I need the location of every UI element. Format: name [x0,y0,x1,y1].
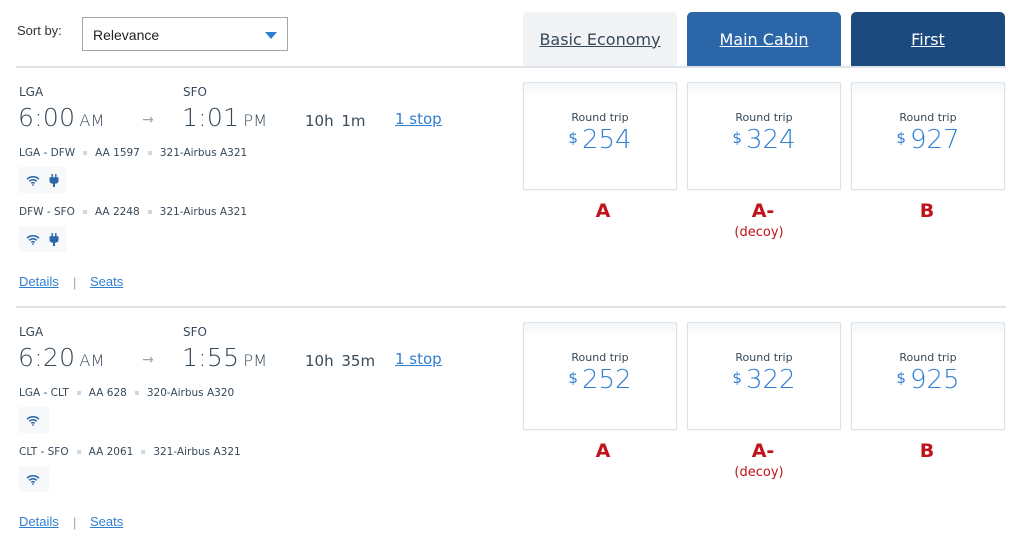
arrow-right-icon: → [142,112,154,128]
wifi-icon [26,474,40,485]
grade-label: A- [751,440,775,462]
price-amount: 254 [581,125,632,155]
price-amount: 927 [909,125,960,155]
destination-airport: SFO [183,325,207,339]
segment-info: CLT - SFO AA 2061 321-Airbus A321 [19,446,241,458]
fare-card-main-cabin[interactable]: Round trip $322 [687,322,841,430]
separator-dot [147,210,152,214]
origin-airport: LGA [19,325,44,339]
time-ampm: AM [79,111,105,130]
destination-airport: SFO [183,85,207,99]
grade-label: B [919,200,935,222]
segment-flight-number: AA 628 [88,387,127,399]
flight-duration: 10h 1m [305,112,366,130]
amenities [19,407,49,433]
separator-dot [82,210,87,214]
price-amount: 324 [745,125,796,155]
fare-card-first[interactable]: Round trip $927 [851,82,1005,190]
fare-type: Round trip [899,111,957,124]
currency-symbol: $ [732,129,742,147]
segment-route: LGA - CLT [19,387,69,399]
separator-dot [76,391,81,395]
amenities [19,167,66,193]
segment-info: LGA - DFW AA 1597 321-Airbus A321 [19,147,247,159]
segment-aircraft: 321-Airbus A321 [159,147,248,159]
currency-symbol: $ [732,369,742,387]
grade-label: A [595,200,611,222]
time-value: 6:00 [18,103,76,132]
separator-dot [76,450,81,454]
segment-route: LGA - DFW [19,147,76,159]
amenities [19,466,49,492]
flight-duration: 10h 35m [305,352,376,370]
fare-type: Round trip [571,351,629,364]
segment-aircraft: 320-Airbus A320 [146,387,235,399]
fare-type: Round trip [735,351,793,364]
flight-row: LGA SFO 6:00 AM → 1:01 PM 10h 1m 1 stop LG… [0,0,1024,290]
fare-price: $324 [688,125,840,155]
grade-label: A- [751,200,775,222]
currency-symbol: $ [568,369,578,387]
fare-price: $925 [852,365,1004,395]
segment-flight-number: AA 1597 [95,147,140,159]
separator-dot [83,151,88,155]
separator-dot [134,391,139,395]
fare-card-basic-economy[interactable]: Round trip $254 [523,82,677,190]
time-value: 1:01 [182,103,240,132]
decoy-note: (decoy) [734,465,784,480]
departure-time: 6:00 AM [18,103,105,132]
time-ampm: PM [243,111,268,130]
link-separator: | [73,515,77,530]
arrow-right-icon: → [142,352,154,368]
decoy-note: (decoy) [734,225,784,240]
grade-label: B [919,440,935,462]
time-value: 6:20 [18,343,76,372]
fare-type: Round trip [899,351,957,364]
separator-dot [141,450,146,454]
wifi-icon [26,175,40,186]
time-ampm: PM [243,351,268,370]
fare-price: $927 [852,125,1004,155]
segment-info: LGA - CLT AA 628 320-Airbus A320 [19,387,234,399]
fare-price: $252 [524,365,676,395]
details-link[interactable]: Details [19,514,59,529]
arrival-time: 1:01 PM [182,103,267,132]
fare-card-first[interactable]: Round trip $925 [851,322,1005,430]
stops-link[interactable]: 1 stop [395,350,442,368]
fare-price: $254 [524,125,676,155]
grade-label: A [595,440,611,462]
price-amount: 322 [745,365,796,395]
wifi-icon [26,415,40,426]
segment-route: CLT - SFO [19,446,69,458]
time-ampm: AM [79,351,105,370]
fare-type: Round trip [571,111,629,124]
seats-link[interactable]: Seats [90,514,123,529]
fare-price: $322 [688,365,840,395]
segment-aircraft: 321-Airbus A321 [159,206,248,218]
segment-flight-number: AA 2061 [88,446,134,458]
time-value: 1:55 [182,343,240,372]
separator-dot [147,151,152,155]
power-outlet-icon [49,173,59,187]
origin-airport: LGA [19,85,44,99]
price-amount: 925 [909,365,960,395]
fare-type: Round trip [735,111,793,124]
stops-link[interactable]: 1 stop [395,110,442,128]
segment-flight-number: AA 2248 [94,206,140,218]
segment-info: DFW - SFO AA 2248 321-Airbus A321 [19,206,247,218]
flight-row: LGA SFO 6:20 AM → 1:55 PM 10h 35m 1 stop L… [0,240,1024,530]
currency-symbol: $ [896,369,906,387]
fare-card-main-cabin[interactable]: Round trip $324 [687,82,841,190]
departure-time: 6:20 AM [18,343,105,372]
segment-route: DFW - SFO [19,206,75,218]
fare-card-basic-economy[interactable]: Round trip $252 [523,322,677,430]
segment-aircraft: 321-Airbus A321 [153,446,241,458]
arrival-time: 1:55 PM [182,343,267,372]
currency-symbol: $ [896,129,906,147]
currency-symbol: $ [568,129,578,147]
price-amount: 252 [581,365,632,395]
